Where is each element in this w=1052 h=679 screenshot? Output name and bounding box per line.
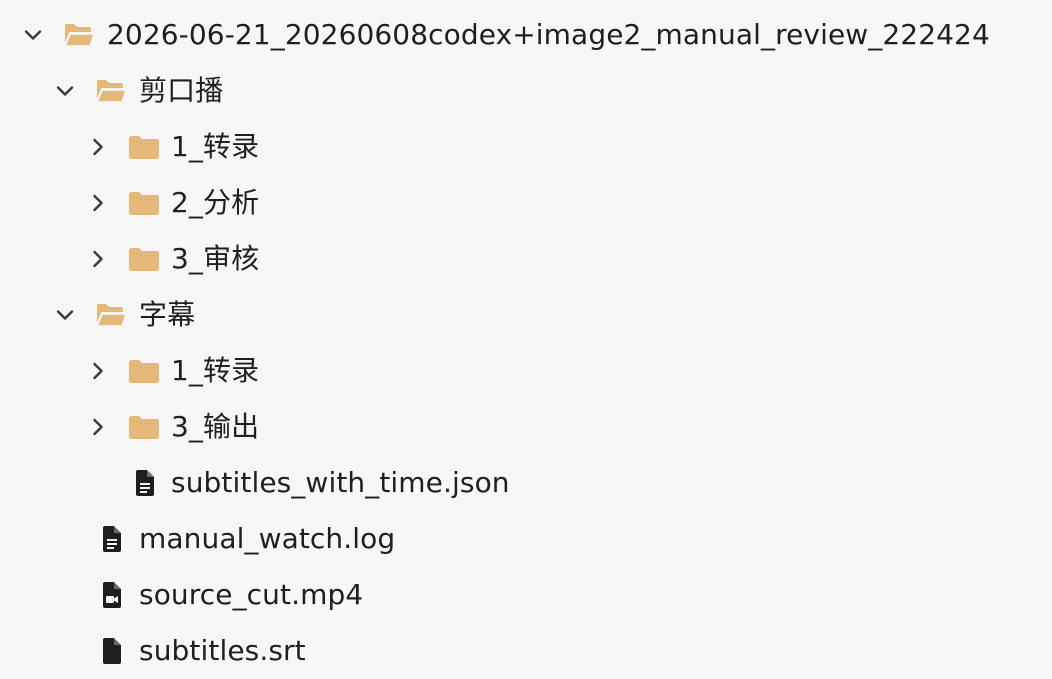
chevron-down-icon[interactable] bbox=[23, 25, 43, 45]
document-icon bbox=[134, 469, 156, 497]
tree-item-label: 字幕 bbox=[139, 298, 196, 331]
chevron-right-icon[interactable] bbox=[88, 137, 108, 157]
file-icon bbox=[101, 637, 123, 665]
chevron-right-icon[interactable] bbox=[88, 193, 108, 213]
chevron-right-icon[interactable] bbox=[88, 249, 108, 269]
tree-row-folder[interactable]: 字幕 bbox=[0, 287, 1052, 343]
tree-row-folder[interactable]: 3_审核 bbox=[0, 231, 1052, 287]
chevron-right-icon[interactable] bbox=[88, 361, 108, 381]
folder-icon bbox=[128, 190, 160, 216]
file-tree: 2026-06-21_20260608codex+image2_manual_r… bbox=[0, 0, 1052, 678]
tree-row-file[interactable]: source_cut.mp4 bbox=[0, 567, 1052, 623]
tree-row-file[interactable]: subtitles_with_time.json bbox=[0, 455, 1052, 511]
folder-icon bbox=[128, 134, 160, 160]
folder-icon bbox=[128, 414, 160, 440]
tree-row-folder[interactable]: 1_转录 bbox=[0, 119, 1052, 175]
video-file-icon bbox=[101, 581, 123, 609]
tree-item-label: 1_转录 bbox=[171, 354, 260, 387]
tree-item-label: subtitles_with_time.json bbox=[171, 466, 510, 499]
tree-item-label: 3_输出 bbox=[171, 410, 260, 443]
chevron-right-icon[interactable] bbox=[88, 417, 108, 437]
tree-row-folder[interactable]: 3_输出 bbox=[0, 399, 1052, 455]
folder-open-icon bbox=[63, 22, 95, 48]
tree-item-label: 3_审核 bbox=[171, 242, 260, 275]
tree-item-label: subtitles.srt bbox=[139, 634, 306, 667]
document-icon bbox=[101, 525, 123, 553]
tree-item-label: 2026-06-21_20260608codex+image2_manual_r… bbox=[107, 18, 990, 51]
folder-open-icon bbox=[95, 78, 127, 104]
tree-row-folder[interactable]: 剪口播 bbox=[0, 63, 1052, 119]
tree-item-label: 剪口播 bbox=[139, 74, 224, 107]
folder-icon bbox=[128, 358, 160, 384]
tree-item-label: manual_watch.log bbox=[139, 522, 396, 555]
tree-row-file[interactable]: subtitles.srt bbox=[0, 623, 1052, 679]
folder-icon bbox=[128, 246, 160, 272]
tree-row-folder[interactable]: 2_分析 bbox=[0, 175, 1052, 231]
tree-row-file[interactable]: manual_watch.log bbox=[0, 511, 1052, 567]
tree-row-root-folder[interactable]: 2026-06-21_20260608codex+image2_manual_r… bbox=[0, 7, 1052, 63]
tree-row-folder[interactable]: 1_转录 bbox=[0, 343, 1052, 399]
tree-item-label: source_cut.mp4 bbox=[139, 578, 364, 611]
folder-open-icon bbox=[95, 302, 127, 328]
chevron-down-icon[interactable] bbox=[55, 305, 75, 325]
chevron-down-icon[interactable] bbox=[55, 81, 75, 101]
tree-item-label: 1_转录 bbox=[171, 130, 260, 163]
tree-item-label: 2_分析 bbox=[171, 186, 260, 219]
